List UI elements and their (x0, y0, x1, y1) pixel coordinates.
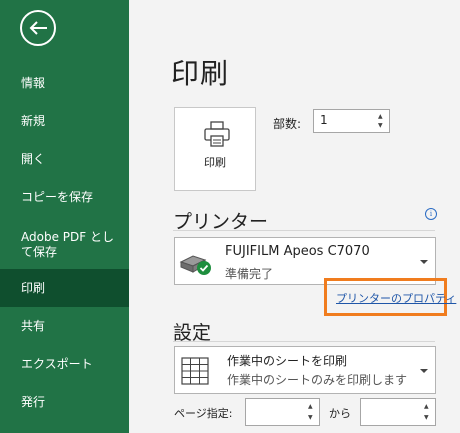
sidebar-item-label: 印刷 (21, 280, 46, 295)
info-icon[interactable]: i (425, 208, 437, 220)
print-what-title: 作業中のシートを印刷 (227, 354, 348, 368)
stepper-arrows[interactable]: ▲ ▼ (424, 399, 432, 425)
sidebar-item-label: Adobe PDF として保存 (21, 230, 114, 259)
chevron-down-icon[interactable]: ▼ (424, 415, 429, 421)
settings-section-divider (173, 341, 435, 342)
chevron-down-icon[interactable]: ▼ (378, 123, 383, 129)
print-button-label: 印刷 (204, 156, 226, 169)
print-pane: 印刷 印刷 部数: 1 ▲ ▼ プリンター i FUJIFILM Apeos C… (129, 0, 460, 433)
copies-stepper[interactable]: 1 ▲ ▼ (313, 109, 390, 133)
sidebar-item-publish[interactable]: 発行 (0, 383, 129, 421)
backstage-sidebar: 情報 新規 開く コピーを保存 Adobe PDF として保存 印刷 共有 エク… (0, 0, 129, 433)
chevron-down-icon (420, 369, 428, 373)
sidebar-item-label: 新規 (21, 113, 46, 128)
printer-section-divider (173, 230, 435, 231)
chevron-down-icon[interactable]: ▼ (308, 415, 313, 421)
chevron-up-icon[interactable]: ▲ (378, 114, 383, 120)
page-title: 印刷 (171, 57, 230, 90)
printer-name: FUJIFILM Apeos C7070 (225, 244, 370, 259)
sidebar-item-label: 情報 (21, 75, 46, 90)
print-what-select[interactable]: 作業中のシートを印刷 作業中のシートのみを印刷します (174, 346, 436, 394)
sidebar-item-label: 開く (21, 151, 46, 166)
sidebar-item-open[interactable]: 開く (0, 140, 129, 178)
sidebar-item-save-copy[interactable]: コピーを保存 (0, 178, 129, 216)
print-button[interactable]: 印刷 (174, 107, 256, 191)
printer-status: 準備完了 (225, 267, 274, 281)
printer-ready-icon (179, 255, 211, 275)
printer-icon (204, 121, 230, 147)
chevron-down-icon (420, 260, 428, 264)
back-arrow-icon (29, 21, 47, 35)
sidebar-item-label: エクスポート (21, 356, 93, 371)
sidebar-item-new[interactable]: 新規 (0, 102, 129, 140)
sidebar-item-label: コピーを保存 (21, 189, 94, 204)
sidebar-item-print[interactable]: 印刷 (0, 269, 129, 307)
sidebar-item-save-pdf[interactable]: Adobe PDF として保存 (0, 224, 129, 266)
pages-label: ページ指定: (174, 407, 233, 420)
chevron-up-icon[interactable]: ▲ (424, 404, 429, 410)
print-what-description: 作業中のシートのみを印刷します (227, 373, 408, 387)
printer-properties-link[interactable]: プリンターのプロパティ (336, 290, 456, 306)
pages-to-label: から (329, 407, 351, 420)
pages-from-input[interactable]: ▲ ▼ (245, 398, 320, 426)
printer-properties-highlight: プリンターのプロパティ (324, 278, 456, 316)
copies-value: 1 (320, 113, 328, 127)
stepper-arrows[interactable]: ▲ ▼ (308, 399, 316, 425)
sidebar-item-info[interactable]: 情報 (0, 64, 129, 102)
sidebar-item-label: 共有 (21, 318, 46, 333)
sidebar-item-label: 発行 (21, 394, 46, 409)
sidebar-item-share[interactable]: 共有 (0, 307, 129, 345)
sidebar-item-export[interactable]: エクスポート (0, 345, 129, 383)
pages-to-input[interactable]: ▲ ▼ (360, 398, 436, 426)
copies-label: 部数: (273, 117, 302, 131)
sheet-grid-icon (181, 357, 209, 385)
chevron-up-icon[interactable]: ▲ (308, 404, 313, 410)
stepper-arrows[interactable]: ▲ ▼ (378, 110, 386, 132)
back-button[interactable] (20, 10, 56, 46)
